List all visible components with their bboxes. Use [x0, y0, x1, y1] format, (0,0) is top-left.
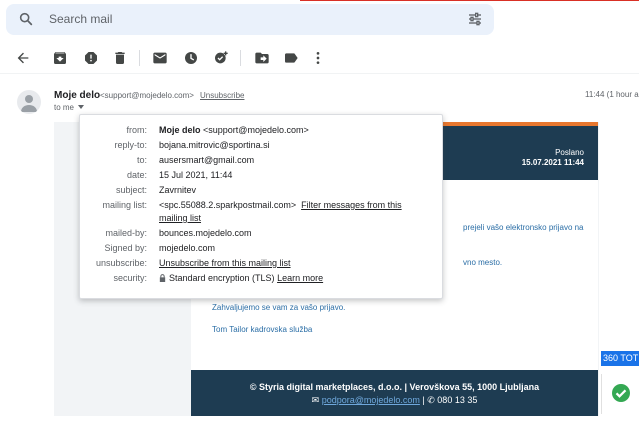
- footer-email-link[interactable]: podpora@mojedelo.com: [322, 395, 420, 405]
- detail-label: to:: [136, 155, 147, 165]
- detail-label: date:: [126, 170, 147, 180]
- detail-label: mailing list:: [102, 200, 147, 210]
- detail-from: from: Moje delo <support@mojedelo.com>: [80, 125, 444, 138]
- message-details-popup: from: Moje delo <support@mojedelo.com> r…: [79, 114, 443, 299]
- mail-icon: ✉: [311, 395, 320, 405]
- back-arrow-icon[interactable]: [15, 50, 31, 66]
- detail-value: mojedelo.com: [159, 243, 216, 253]
- detail-value: <spc.55088.2.sparkpostmail.com> Filter m…: [159, 200, 402, 210]
- detail-security: security: Standard encryption (TLS) Lear…: [80, 273, 444, 286]
- sent-label: Poslano: [555, 148, 584, 157]
- toolbar-divider-line: [0, 73, 639, 74]
- footer-contact: ✉ podpora@mojedelo.com | ✆ 080 13 35: [191, 395, 598, 406]
- mailing-list-id: <spc.55088.2.sparkpostmail.com>: [159, 200, 297, 210]
- detail-value: Standard encryption (TLS) Learn more: [159, 273, 323, 283]
- from-name: Moje delo: [159, 125, 201, 135]
- detail-unsubscribe: unsubscribe: Unsubscribe from this maili…: [80, 258, 444, 271]
- detail-reply-to: reply-to: bojana.mitrovic@sportina.si: [80, 140, 444, 153]
- body-signature: Tom Tailor kadrovska služba: [212, 325, 313, 334]
- unsubscribe-list-link[interactable]: Unsubscribe from this mailing list: [159, 258, 291, 268]
- detail-value: mailing list: [159, 213, 201, 223]
- search-input[interactable]: Search mail: [49, 12, 112, 26]
- toolbar-divider: [240, 50, 241, 66]
- add-task-icon[interactable]: [213, 50, 229, 66]
- label-icon[interactable]: [283, 50, 299, 66]
- move-to-icon[interactable]: [254, 50, 270, 66]
- email-footer: © Styria digital marketplaces, d.o.o. | …: [191, 370, 598, 416]
- detail-label: unsubscribe:: [95, 258, 147, 268]
- search-icon[interactable]: [18, 11, 34, 27]
- sent-date: 15.07.2021 11:44: [521, 158, 584, 167]
- filter-messages-link-cont[interactable]: mailing list: [159, 213, 201, 223]
- detail-label: Signed by:: [104, 243, 147, 253]
- detail-date: date: 15 Jul 2021, 11:44: [80, 170, 444, 183]
- search-options-icon[interactable]: [467, 11, 483, 27]
- sender-email: <support@mojedelo.com>: [100, 91, 194, 100]
- more-vert-icon[interactable]: [310, 50, 326, 66]
- recipient-toggle[interactable]: to me: [54, 103, 85, 112]
- detail-label: mailed-by:: [105, 228, 147, 238]
- mark-unread-icon[interactable]: [152, 50, 168, 66]
- delete-icon[interactable]: [112, 50, 128, 66]
- side-panel-check[interactable]: [601, 374, 639, 414]
- learn-more-link[interactable]: Learn more: [277, 273, 323, 283]
- body-line: vno mesto.: [463, 258, 503, 267]
- body-line: Zahvaljujemo se vam za vašo prijavo.: [212, 303, 346, 312]
- check-icon[interactable]: [612, 384, 630, 402]
- detail-value: bounces.mojedelo.com: [159, 228, 252, 238]
- recipient-label: to me: [54, 103, 75, 112]
- detail-subject: subject: Zavrnitev: [80, 185, 444, 198]
- search-bar[interactable]: Search mail: [6, 4, 494, 35]
- unsubscribe-link[interactable]: Unsubscribe: [200, 91, 244, 100]
- detail-label: security:: [113, 273, 147, 283]
- footer-company: © Styria digital marketplaces, d.o.o. | …: [249, 382, 540, 392]
- detail-label: subject:: [115, 185, 147, 195]
- detail-mailed-by: mailed-by: bounces.mojedelo.com: [80, 228, 444, 241]
- toolbar-divider: [139, 50, 140, 66]
- detail-label: reply-to:: [114, 140, 147, 150]
- snooze-icon[interactable]: [183, 50, 199, 66]
- detail-mailing-list: mailing list: <spc.55088.2.sparkpostmail…: [80, 200, 444, 226]
- report-spam-icon[interactable]: [83, 50, 99, 66]
- archive-icon[interactable]: [52, 50, 68, 66]
- detail-value: ausersmart@gmail.com: [159, 155, 255, 165]
- sender-name[interactable]: Moje delo: [54, 90, 100, 101]
- lock-icon: [159, 274, 166, 282]
- chevron-down-icon[interactable]: [78, 105, 85, 109]
- side-badge[interactable]: 360 TOT: [601, 351, 639, 366]
- detail-value: Moje delo <support@mojedelo.com>: [159, 125, 309, 135]
- detail-value: 15 Jul 2021, 11:44: [159, 170, 233, 180]
- from-email: <support@mojedelo.com>: [203, 125, 309, 135]
- message-time: 11:44 (1 hour a: [585, 90, 639, 99]
- detail-value: bojana.mitrovic@sportina.si: [159, 140, 270, 150]
- detail-value: Zavrnitev: [159, 185, 197, 195]
- filter-messages-link[interactable]: Filter messages from this: [301, 200, 402, 210]
- top-border: [0, 0, 639, 2]
- toolbar: [0, 44, 639, 72]
- sender-avatar: [17, 90, 41, 114]
- detail-value: Unsubscribe from this mailing list: [159, 258, 291, 268]
- footer-phone: | ✆ 080 13 35: [422, 395, 478, 405]
- detail-label: from:: [126, 125, 147, 135]
- detail-to: to: ausersmart@gmail.com: [80, 155, 444, 168]
- detail-signed-by: Signed by: mojedelo.com: [80, 243, 444, 256]
- security-value: Standard encryption (TLS): [169, 273, 275, 283]
- body-line: prejeli vašo elektronsko prijavo na: [463, 223, 584, 232]
